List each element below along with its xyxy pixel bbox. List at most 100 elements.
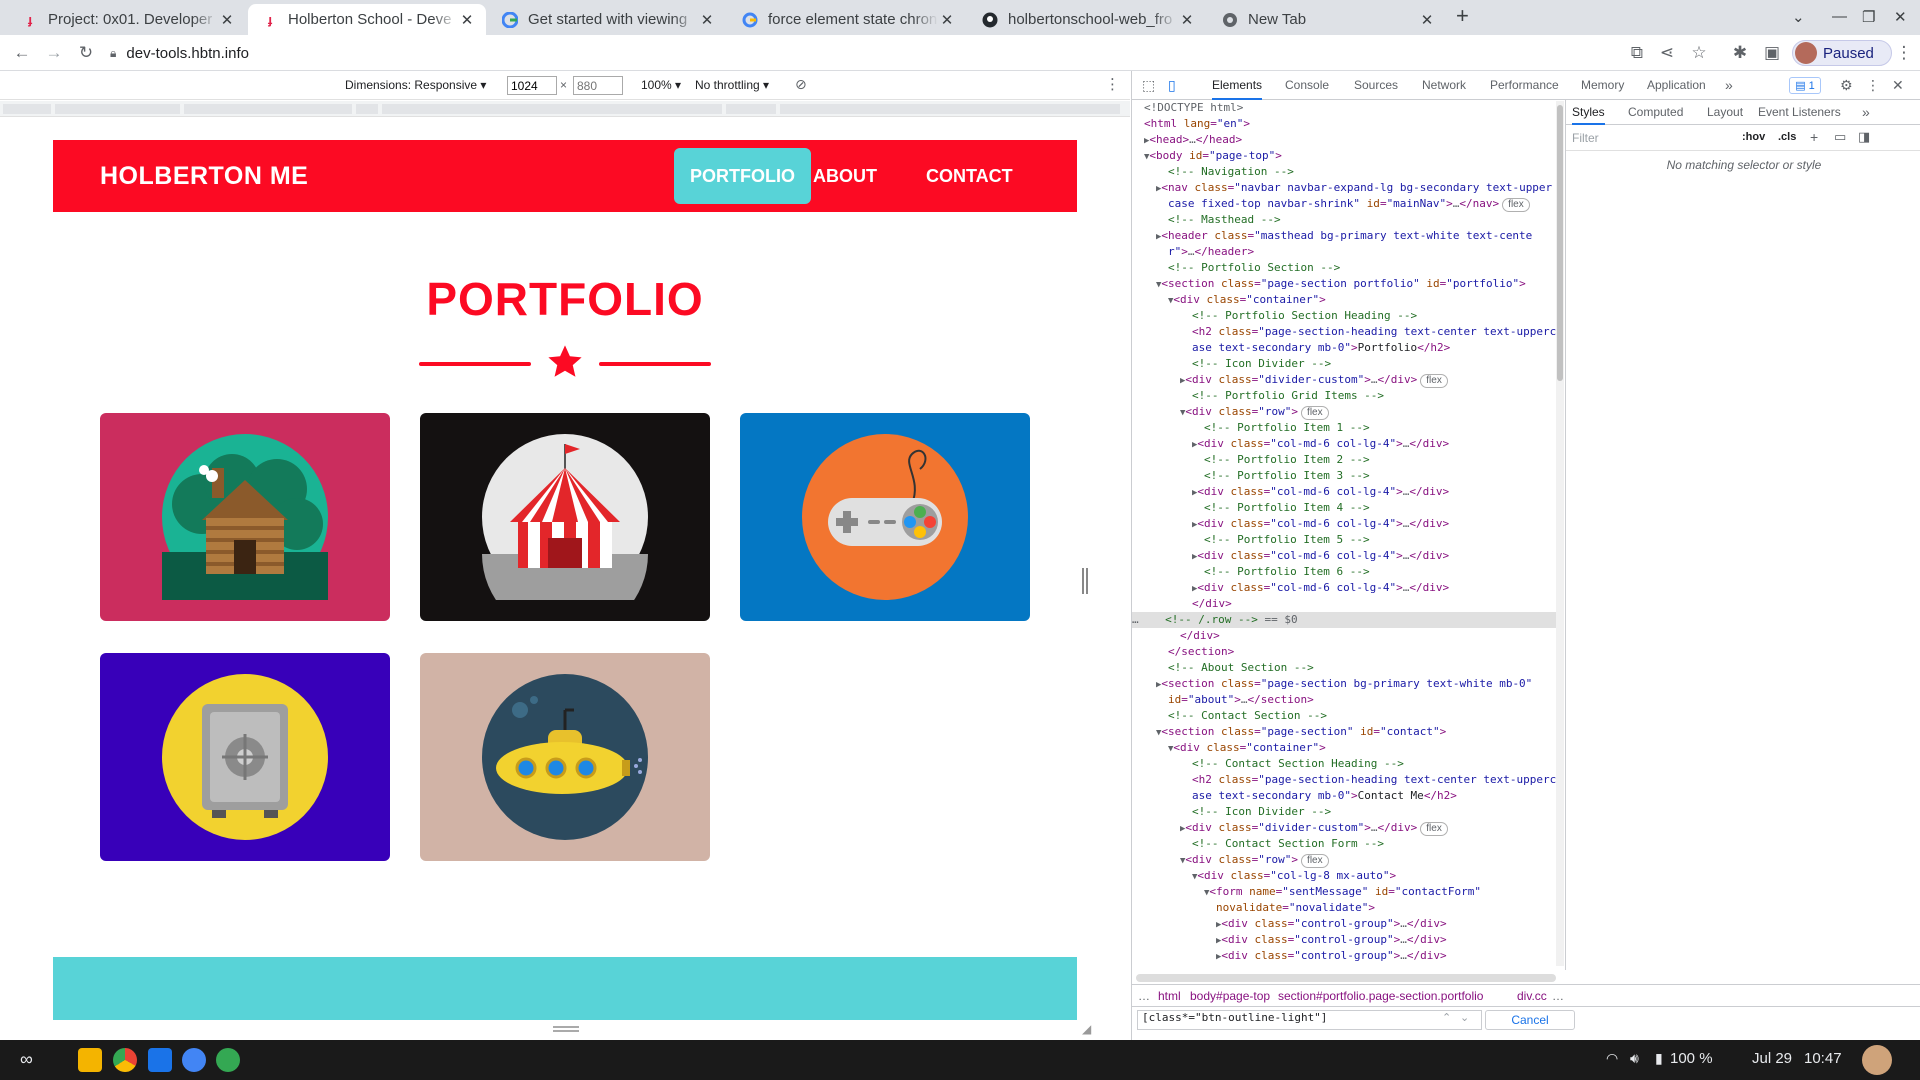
side-panel-icon[interactable]: ▣ (1762, 43, 1782, 63)
elements-scroll-thumb[interactable] (1557, 105, 1563, 381)
dom-line[interactable]: ▶<header class="masthead bg-primary text… (1156, 228, 1532, 244)
portfolio-item-game-controller[interactable] (740, 413, 1030, 621)
taskbar-time[interactable]: 10:47 (1804, 1050, 1842, 1067)
docs-app-icon[interactable] (148, 1048, 172, 1072)
issues-badge[interactable]: ▤ 1 (1789, 77, 1821, 94)
nav-link-portfolio[interactable]: PORTFOLIO (674, 148, 811, 204)
dom-comment[interactable]: <!-- Portfolio Grid Items --> (1192, 388, 1384, 404)
tab-network[interactable]: Network (1422, 71, 1466, 100)
elements-horizontal-scrollbar[interactable] (1136, 974, 1556, 982)
cls-toggle[interactable]: .cls (1778, 131, 1796, 143)
elements-tree[interactable]: <!DOCTYPE html> <html lang="en"> ▶<head>… (1132, 100, 1564, 970)
dom-line[interactable]: ▼<section class="page-section portfolio"… (1156, 276, 1526, 292)
browser-tab-new-tab[interactable]: New Tab ✕ (1208, 4, 1446, 35)
dom-comment[interactable]: <!-- Icon Divider --> (1192, 804, 1331, 820)
dom-search-input[interactable]: [class*="btn-outline-light"] (1137, 1010, 1482, 1030)
browser-tab-project[interactable]: ɟ Project: 0x01. Developer ✕ (8, 4, 246, 35)
dom-line[interactable]: ▶<div class="col-md-6 col-lg-4">…</div> (1192, 580, 1449, 596)
extensions-icon[interactable]: ✱ (1730, 43, 1750, 63)
dom-line[interactable]: </section> (1168, 644, 1234, 660)
dom-line[interactable]: ▶<head>…</head> (1144, 132, 1242, 148)
throttling-dropdown[interactable]: No throttling ▾ (695, 78, 769, 92)
dom-line[interactable]: ▼<div class="row"> flex (1180, 852, 1329, 868)
dom-line[interactable]: ▼<form name="sentMessage" id="contactFor… (1204, 884, 1481, 900)
dom-line[interactable]: ▼<div class="container"> (1168, 740, 1326, 756)
dom-comment[interactable]: <!-- Navigation --> (1168, 164, 1294, 180)
restore-icon[interactable]: ❐ (1862, 8, 1875, 26)
dom-line[interactable]: ▶<div class="col-md-6 col-lg-4">…</div> (1192, 484, 1449, 500)
dom-line[interactable]: r">…</header> (1168, 244, 1254, 260)
dom-line[interactable]: ▶<div class="divider-custom">…</div> flex (1180, 820, 1448, 836)
tab-sources[interactable]: Sources (1354, 71, 1398, 100)
dom-line-selected[interactable]: … <!-- /.row --> == $0 (1132, 612, 1556, 628)
dom-comment[interactable]: <!-- Portfolio Item 6 --> (1204, 564, 1370, 580)
devtools-menu-icon[interactable]: ⋮ (1866, 71, 1880, 100)
browser-tab-holberton-devtools[interactable]: ɟ Holberton School - Deve ✕ (248, 4, 486, 35)
store-app-icon[interactable] (78, 1048, 102, 1072)
lock-icon[interactable]: 🔒︎ (110, 46, 116, 61)
breadcrumb-body[interactable]: body#page-top (1190, 989, 1270, 1003)
dom-comment[interactable]: <!-- About Section --> (1168, 660, 1314, 676)
tab-memory[interactable]: Memory (1581, 71, 1624, 100)
portfolio-item-cabin[interactable] (100, 413, 390, 621)
rotate-icon[interactable]: ⊘ (795, 76, 807, 93)
dom-line[interactable]: <h2 class="page-section-heading text-cen… (1192, 772, 1556, 788)
dom-line[interactable]: id="about">…</section> (1168, 692, 1314, 708)
dom-line[interactable]: ▶<div class="col-md-6 col-lg-4">…</div> (1192, 436, 1449, 452)
new-rule-icon[interactable]: + (1810, 129, 1818, 145)
close-tab-icon[interactable]: ✕ (938, 11, 956, 29)
forward-icon[interactable]: → (44, 43, 64, 63)
minimize-icon[interactable]: — (1832, 8, 1847, 25)
close-tab-icon[interactable]: ✕ (458, 11, 476, 29)
dom-comment[interactable]: <!-- Contact Section --> (1168, 708, 1327, 724)
dom-line[interactable]: ▼<body id="page-top"> (1144, 148, 1282, 164)
dom-comment[interactable]: <!-- Portfolio Item 4 --> (1204, 500, 1370, 516)
close-tab-icon[interactable]: ✕ (1178, 11, 1196, 29)
viewport-width-input[interactable] (507, 76, 557, 95)
close-tab-icon[interactable]: ✕ (218, 11, 236, 29)
tab-layout[interactable]: Layout (1707, 100, 1743, 125)
dom-line[interactable]: <!DOCTYPE html> (1144, 100, 1243, 116)
portfolio-item-circus[interactable] (420, 413, 710, 621)
dimensions-dropdown[interactable]: Dimensions: Responsive ▾ (345, 78, 486, 92)
more-styles-tabs-icon[interactable]: » (1862, 100, 1870, 125)
breadcrumb-ellipsis-icon[interactable]: … (1138, 989, 1150, 1003)
paint-brush-icon[interactable]: ▭ (1834, 129, 1846, 145)
user-avatar[interactable] (1862, 1045, 1892, 1075)
tab-console[interactable]: Console (1285, 71, 1329, 100)
dom-comment[interactable]: <!-- Portfolio Item 2 --> (1204, 452, 1370, 468)
close-devtools-icon[interactable]: ✕ (1892, 71, 1904, 100)
dom-comment[interactable]: <!-- Icon Divider --> (1192, 356, 1331, 372)
dom-line[interactable]: ▶<div class="col-md-6 col-lg-4">…</div> (1192, 516, 1449, 532)
dom-line[interactable]: ▼<section class="page-section" id="conta… (1156, 724, 1446, 740)
dom-line[interactable]: <html lang="en"> (1144, 116, 1250, 132)
browser-tab-force-element-state[interactable]: force element state chron ✕ (728, 4, 966, 35)
dom-line[interactable]: ▶<div class="col-md-6 col-lg-4">…</div> (1192, 548, 1449, 564)
tab-application[interactable]: Application (1647, 71, 1706, 100)
back-icon[interactable]: ← (12, 43, 32, 63)
reload-icon[interactable]: ↻ (76, 43, 96, 63)
dom-comment[interactable]: <!-- Portfolio Item 3 --> (1204, 468, 1370, 484)
dom-line[interactable]: </div> (1192, 596, 1232, 612)
chrome-canary-app-icon[interactable] (182, 1048, 206, 1072)
close-window-icon[interactable]: ✕ (1894, 8, 1907, 26)
breadcrumb-html[interactable]: html (1158, 989, 1181, 1003)
bookmark-star-icon[interactable]: ☆ (1689, 43, 1709, 63)
dom-line[interactable]: ▶<nav class="navbar navbar-expand-lg bg-… (1156, 180, 1552, 196)
address-bar[interactable]: 🔒︎ dev-tools.hbtn.info (110, 38, 1650, 68)
breadcrumb-div[interactable]: div.cc (1517, 989, 1547, 1003)
dom-line[interactable]: ▶<div class="control-group">…</div> (1216, 948, 1447, 964)
dom-comment[interactable]: <!-- Contact Section Form --> (1192, 836, 1384, 852)
chrome-menu-icon[interactable]: ⋮ (1894, 43, 1914, 63)
close-tab-icon[interactable]: ✕ (698, 11, 716, 29)
new-tab-button[interactable]: + (1456, 3, 1469, 29)
tab-performance[interactable]: Performance (1490, 71, 1559, 100)
cancel-search-button[interactable]: Cancel (1485, 1010, 1575, 1030)
volume-icon[interactable]: 🔊︎ (1630, 1050, 1639, 1067)
corner-resize-icon[interactable]: ◢ (1082, 1022, 1091, 1036)
dom-comment[interactable]: <!-- Portfolio Item 5 --> (1204, 532, 1370, 548)
device-options-icon[interactable]: ⋮ (1105, 75, 1120, 93)
tab-styles[interactable]: Styles (1572, 100, 1605, 125)
translate-icon[interactable]: ⧉ (1627, 43, 1647, 63)
dom-line[interactable]: ▶<div class="control-group">…</div> (1216, 916, 1447, 932)
